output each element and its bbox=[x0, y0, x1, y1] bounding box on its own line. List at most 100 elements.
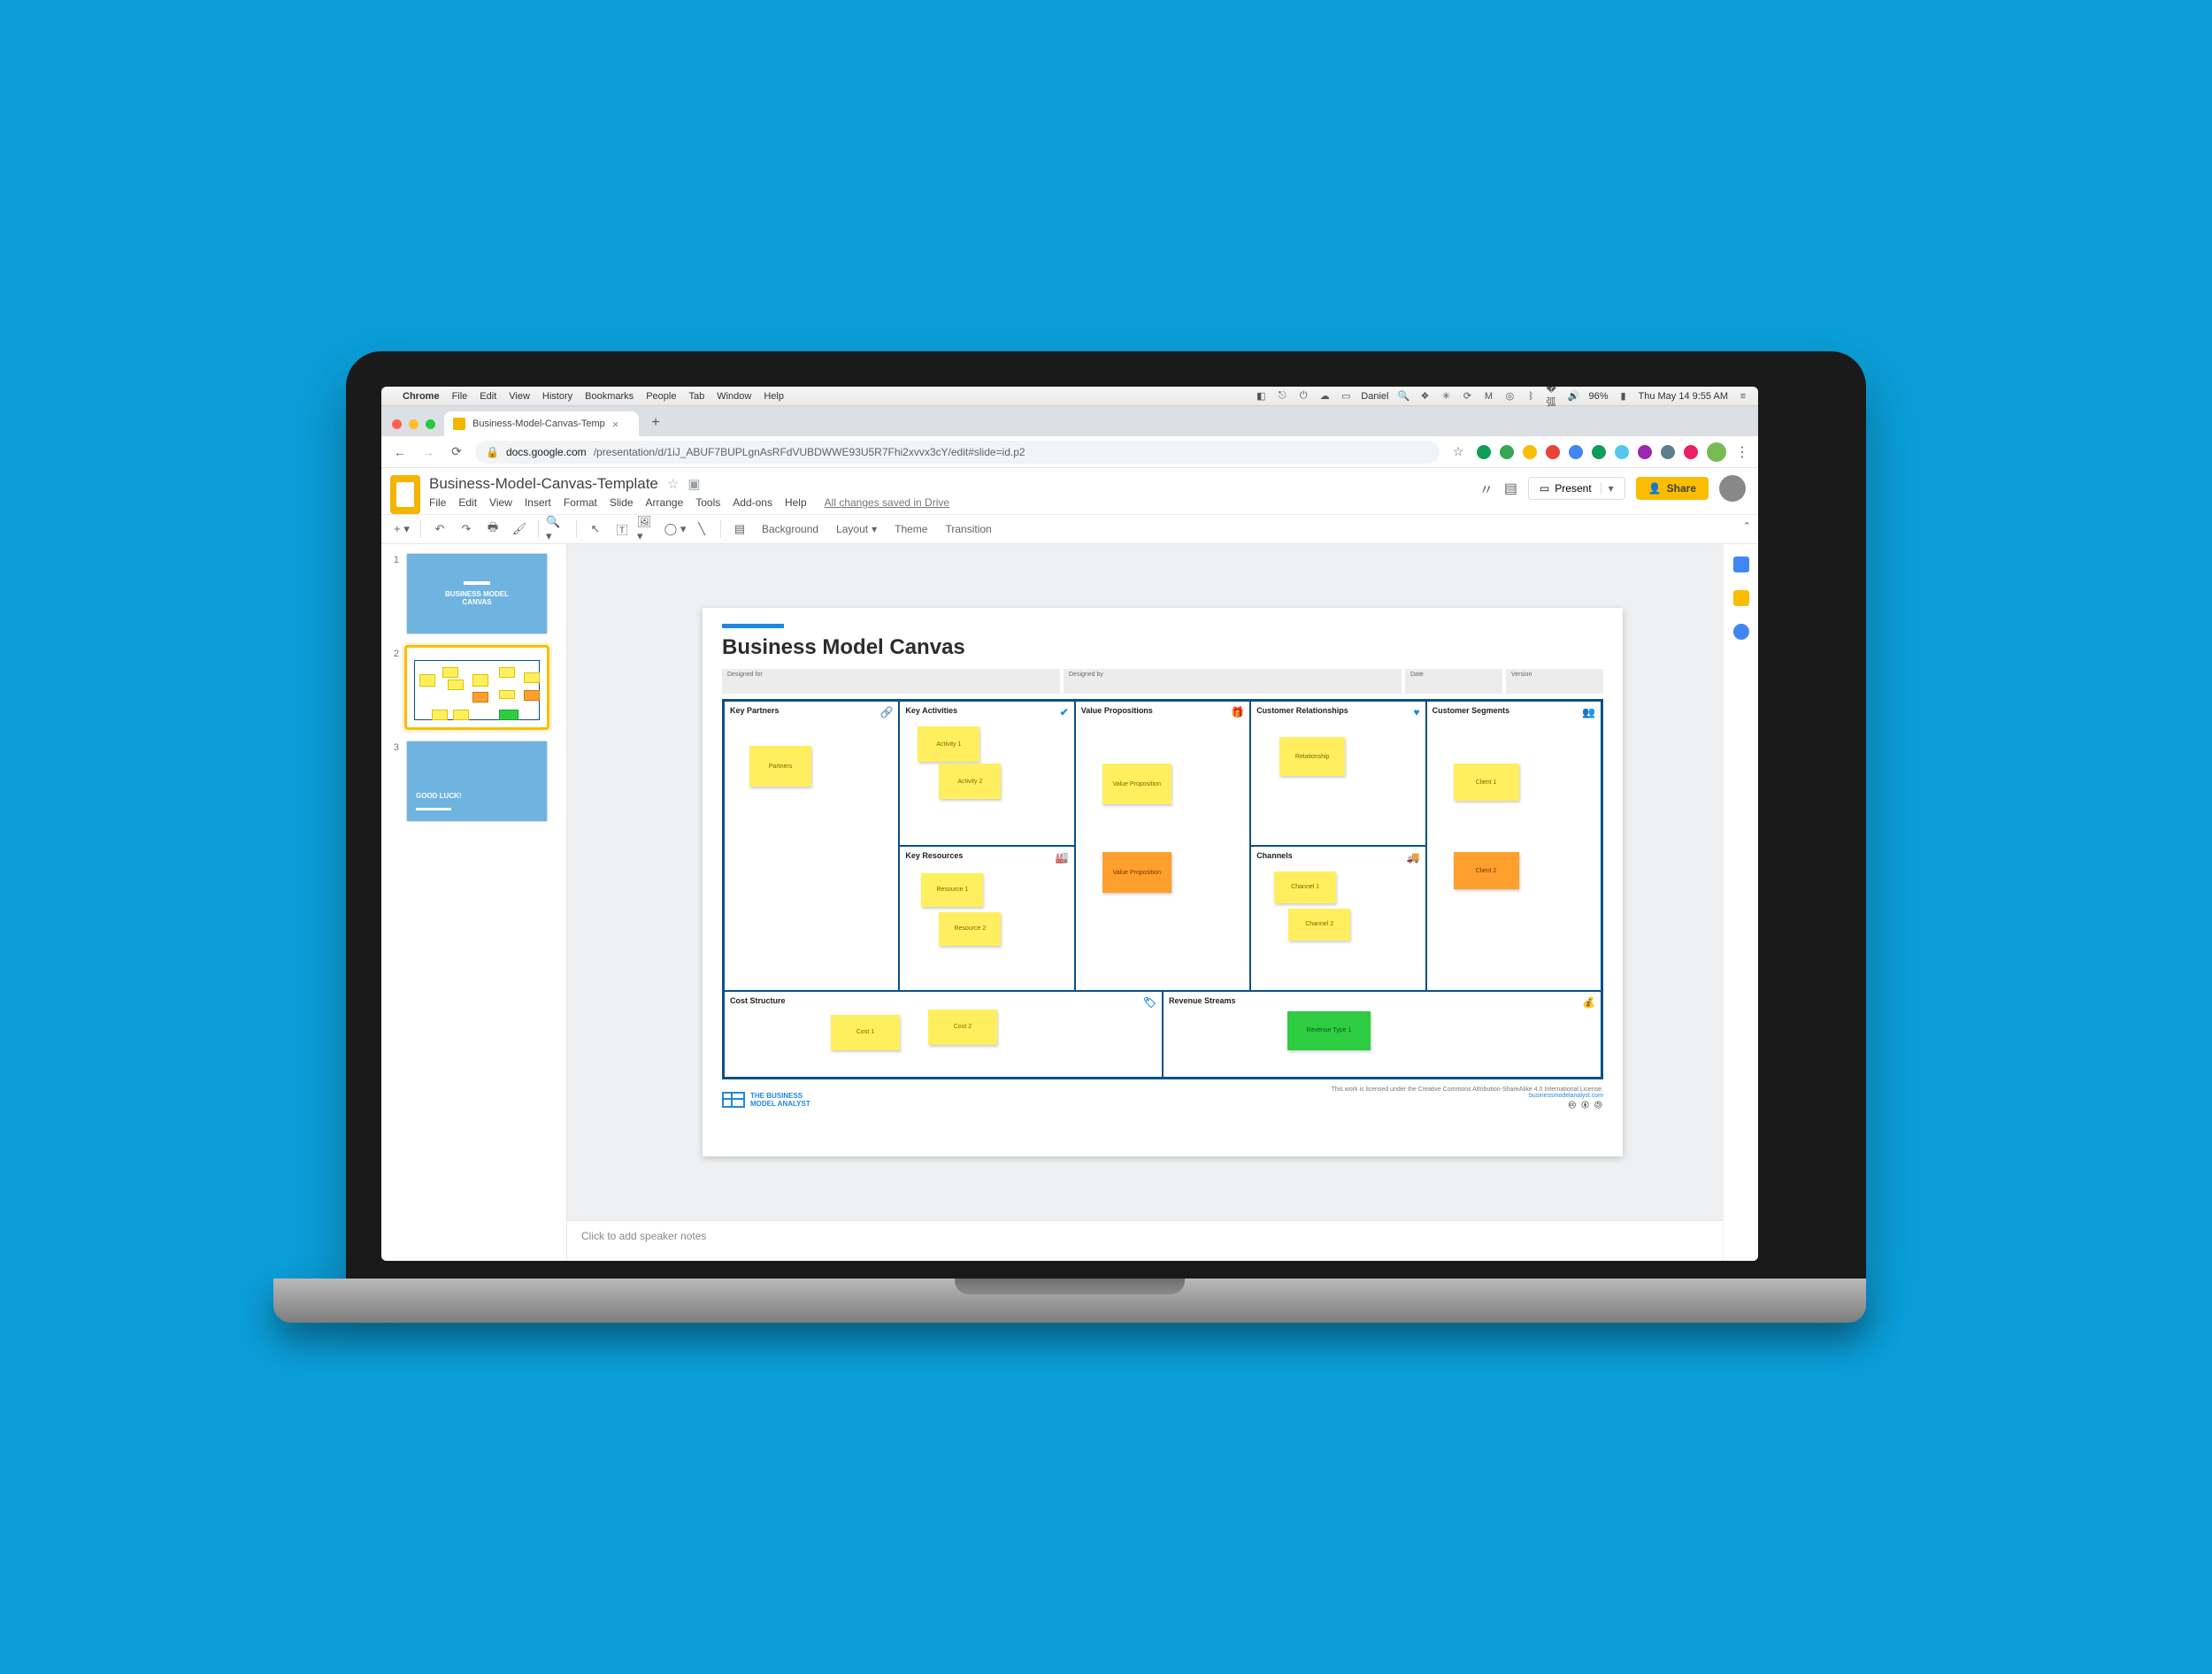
paint-format-button[interactable]: 🖌 bbox=[508, 518, 531, 541]
menu-file[interactable]: File bbox=[429, 496, 446, 509]
menubar-icon[interactable]: ⏻ bbox=[1297, 390, 1310, 403]
sticky-note[interactable]: Resource 2 bbox=[939, 912, 1001, 946]
menu-addons[interactable]: Add-ons bbox=[733, 496, 772, 509]
sticky-note[interactable]: Client 1 bbox=[1454, 764, 1519, 801]
mac-user[interactable]: Daniel bbox=[1361, 391, 1388, 402]
menubar-list-icon[interactable]: ≡ bbox=[1737, 390, 1749, 403]
forward-button[interactable]: → bbox=[419, 442, 438, 462]
slides-logo-icon[interactable] bbox=[390, 475, 420, 514]
new-slide-button[interactable]: + ▾ bbox=[390, 518, 413, 541]
mac-menu-bookmarks[interactable]: Bookmarks bbox=[585, 391, 634, 402]
menu-arrange[interactable]: Arrange bbox=[646, 496, 684, 509]
slide-title[interactable]: Business Model Canvas bbox=[722, 635, 1603, 660]
close-window-button[interactable] bbox=[392, 419, 402, 429]
undo-button[interactable]: ↶ bbox=[428, 518, 451, 541]
sticky-note[interactable]: Resource 1 bbox=[921, 873, 983, 907]
cell-cost-structure[interactable]: Cost Structure🏷 Cost 1 Cost 2 bbox=[724, 991, 1163, 1078]
sticky-note[interactable]: Value Proposition bbox=[1102, 764, 1171, 804]
extension-icon[interactable] bbox=[1500, 445, 1514, 459]
menubar-icon[interactable]: ⎋ bbox=[1276, 390, 1288, 403]
mac-menu-help[interactable]: Help bbox=[764, 391, 784, 402]
filmstrip[interactable]: 1 BUSINESS MODEL CANVAS 2 bbox=[381, 544, 567, 1261]
bookmark-star-icon[interactable]: ☆ bbox=[1448, 442, 1468, 462]
transition-button[interactable]: Transition bbox=[938, 523, 998, 535]
keep-icon[interactable] bbox=[1733, 590, 1749, 606]
wifi-icon[interactable]: �弧 bbox=[1546, 390, 1558, 403]
mac-menu-people[interactable]: People bbox=[646, 391, 676, 402]
mac-menu-window[interactable]: Window bbox=[717, 391, 751, 402]
mac-menu-tab[interactable]: Tab bbox=[688, 391, 704, 402]
cell-key-resources[interactable]: Key Resources🏭 Resource 1 Resource 2 bbox=[899, 846, 1074, 991]
close-tab-icon[interactable]: × bbox=[612, 418, 619, 431]
sticky-note[interactable]: Activity 1 bbox=[918, 726, 979, 762]
sticky-note[interactable]: Value Proposition bbox=[1102, 852, 1171, 893]
menubar-icon[interactable]: ❖ bbox=[1418, 390, 1431, 403]
line-tool[interactable]: ╲ bbox=[690, 518, 713, 541]
sticky-note[interactable]: Partners bbox=[749, 746, 811, 787]
menu-insert[interactable]: Insert bbox=[525, 496, 551, 509]
sticky-note[interactable]: Channel 2 bbox=[1288, 909, 1350, 941]
zoom-button[interactable]: 🔍 ▾ bbox=[546, 518, 569, 541]
meta-version[interactable]: Version bbox=[1506, 669, 1603, 694]
meta-designed-by[interactable]: Designed by bbox=[1064, 669, 1402, 694]
shape-tool[interactable]: ◯ ▾ bbox=[664, 518, 687, 541]
search-icon[interactable]: 🔍 bbox=[1397, 390, 1409, 403]
document-title[interactable]: Business-Model-Canvas-Template bbox=[429, 475, 658, 493]
minimize-window-button[interactable] bbox=[409, 419, 419, 429]
print-button[interactable]: 🖶 bbox=[481, 518, 504, 541]
cell-customer-relationships[interactable]: Customer Relationships♥ Relationship bbox=[1250, 701, 1425, 846]
new-tab-button[interactable]: + bbox=[644, 411, 667, 434]
menu-help[interactable]: Help bbox=[785, 496, 807, 509]
slide[interactable]: Business Model Canvas Designed for Desig… bbox=[703, 608, 1623, 1156]
present-dropdown-icon[interactable]: ▾ bbox=[1601, 482, 1614, 495]
cell-customer-segments[interactable]: Customer Segments👥 Client 1 Client 2 bbox=[1426, 701, 1601, 991]
cell-revenue-streams[interactable]: Revenue Streams💰 Revenue Type 1 bbox=[1163, 991, 1601, 1078]
comments-icon[interactable]: ▤ bbox=[1504, 480, 1517, 497]
layout-button[interactable]: Layout ▾ bbox=[829, 523, 884, 535]
image-tool[interactable]: 🖼 ▾ bbox=[637, 518, 660, 541]
cell-value-propositions[interactable]: Value Propositions🎁 Value Proposition Va… bbox=[1075, 701, 1250, 991]
sticky-note[interactable]: Activity 2 bbox=[939, 764, 1001, 799]
share-button[interactable]: 👤 Share bbox=[1636, 477, 1709, 500]
mac-app-name[interactable]: Chrome bbox=[403, 391, 440, 402]
slide-thumbnail-2[interactable] bbox=[406, 647, 548, 728]
save-status[interactable]: All changes saved in Drive bbox=[825, 496, 949, 509]
extension-icon[interactable] bbox=[1477, 445, 1491, 459]
mac-menu-view[interactable]: View bbox=[509, 391, 530, 402]
menu-edit[interactable]: Edit bbox=[458, 496, 477, 509]
redo-button[interactable]: ↷ bbox=[455, 518, 478, 541]
extension-icon[interactable] bbox=[1661, 445, 1675, 459]
sticky-note[interactable]: Client 2 bbox=[1454, 852, 1519, 889]
extension-icon[interactable] bbox=[1546, 445, 1560, 459]
battery-icon[interactable]: ▮ bbox=[1617, 390, 1630, 403]
move-folder-icon[interactable]: ▣ bbox=[687, 476, 700, 492]
slide-thumbnail-3[interactable]: GOOD LUCK! bbox=[406, 741, 548, 822]
extension-icon[interactable] bbox=[1684, 445, 1698, 459]
menu-slide[interactable]: Slide bbox=[610, 496, 634, 509]
extension-icon[interactable] bbox=[1569, 445, 1583, 459]
cell-key-partners[interactable]: Key Partners🔗 Partners bbox=[724, 701, 899, 991]
mac-menu-file[interactable]: File bbox=[452, 391, 468, 402]
chrome-menu-button[interactable]: ⋮ bbox=[1735, 443, 1749, 461]
slide-thumbnail-1[interactable]: BUSINESS MODEL CANVAS bbox=[406, 553, 548, 634]
back-button[interactable]: ← bbox=[390, 442, 410, 462]
select-tool[interactable]: ↖ bbox=[584, 518, 607, 541]
speaker-notes[interactable]: Click to add speaker notes bbox=[567, 1220, 1758, 1261]
menubar-icon[interactable]: ◎ bbox=[1503, 390, 1516, 403]
menubar-icon[interactable]: ☁ bbox=[1318, 390, 1331, 403]
calendar-icon[interactable] bbox=[1733, 557, 1749, 572]
activity-icon[interactable]: 〃 bbox=[1479, 478, 1494, 499]
menubar-icon[interactable]: ◧ bbox=[1255, 390, 1267, 403]
mac-datetime[interactable]: Thu May 14 9:55 AM bbox=[1639, 391, 1729, 402]
meta-date[interactable]: Date bbox=[1405, 669, 1502, 694]
mac-menu-edit[interactable]: Edit bbox=[480, 391, 496, 402]
screenshare-icon[interactable]: ▭ bbox=[1340, 390, 1352, 403]
textbox-tool[interactable]: 🅃 bbox=[611, 518, 634, 541]
fullscreen-window-button[interactable] bbox=[426, 419, 435, 429]
theme-button[interactable]: Theme bbox=[887, 523, 934, 535]
present-button[interactable]: ▭ Present ▾ bbox=[1528, 477, 1625, 500]
extension-icon[interactable] bbox=[1523, 445, 1537, 459]
sticky-note[interactable]: Cost 2 bbox=[928, 1010, 997, 1045]
extension-icon[interactable] bbox=[1638, 445, 1652, 459]
background-button[interactable]: Background bbox=[755, 523, 826, 535]
